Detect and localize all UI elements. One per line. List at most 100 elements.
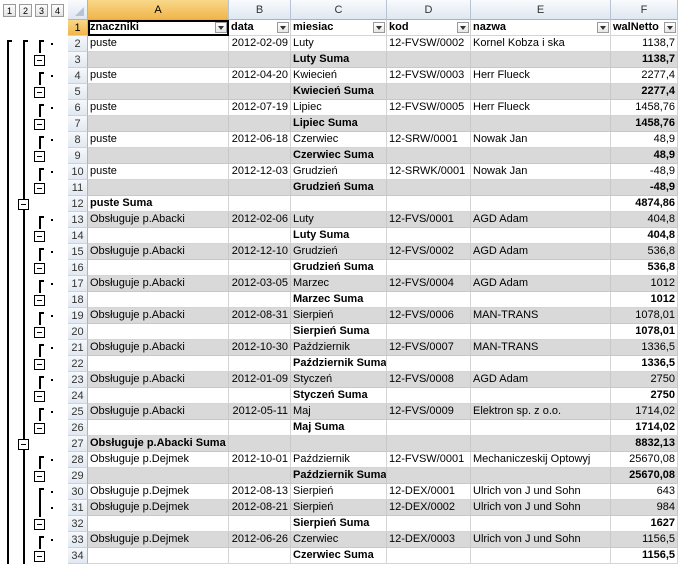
cell-f[interactable]: -48,9 — [611, 180, 678, 196]
cell-c[interactable]: Sierpień Suma — [291, 324, 387, 340]
cell-f[interactable]: 536,8 — [611, 244, 678, 260]
cell-c[interactable]: Czerwiec — [291, 132, 387, 148]
cell-f[interactable]: 1012 — [611, 276, 678, 292]
cell-b[interactable]: 2012-08-13 — [229, 484, 291, 500]
cell-d[interactable]: 12-SRW/0001 — [387, 132, 471, 148]
row-number[interactable]: 6 — [68, 100, 88, 116]
column-header-f[interactable]: F — [611, 0, 678, 20]
cell-f[interactable]: 1458,76 — [611, 116, 678, 132]
cell-c[interactable]: Sierpień — [291, 308, 387, 324]
row-number[interactable]: 34 — [68, 548, 88, 564]
cell-b[interactable] — [229, 356, 291, 372]
cell-d[interactable] — [387, 420, 471, 436]
cell-f[interactable]: 1714,02 — [611, 404, 678, 420]
collapse-group-button[interactable] — [34, 519, 45, 530]
cell-c[interactable] — [291, 196, 387, 212]
cell-a[interactable] — [88, 324, 229, 340]
cell-d[interactable]: 12-FVS/0008 — [387, 372, 471, 388]
cell-b[interactable]: 2012-07-19 — [229, 100, 291, 116]
row-number[interactable]: 22 — [68, 356, 88, 372]
cell-c[interactable]: Październik Suma — [291, 468, 387, 484]
cell-e[interactable] — [471, 196, 611, 212]
row-number[interactable]: 10 — [68, 164, 88, 180]
cell-e[interactable]: AGD Adam — [471, 276, 611, 292]
cell-a[interactable]: puste — [88, 164, 229, 180]
collapse-group-button[interactable] — [18, 199, 29, 210]
cell-e[interactable]: Herr Flueck — [471, 68, 611, 84]
cell-d[interactable] — [387, 180, 471, 196]
cell-e[interactable] — [471, 228, 611, 244]
cell-d[interactable]: 12-FVS/0004 — [387, 276, 471, 292]
cell-f[interactable]: 404,8 — [611, 228, 678, 244]
cell-d[interactable]: 12-FVS/0009 — [387, 404, 471, 420]
row-number[interactable]: 29 — [68, 468, 88, 484]
cell-d[interactable] — [387, 324, 471, 340]
select-all-corner[interactable] — [68, 0, 88, 20]
cell-c[interactable]: Kwiecień — [291, 68, 387, 84]
cell-c[interactable]: Październik Suma — [291, 356, 387, 372]
cell-c[interactable]: Styczeń Suma — [291, 388, 387, 404]
row-number[interactable]: 32 — [68, 516, 88, 532]
cell-a[interactable]: Obsługuje p.Abacki — [88, 372, 229, 388]
cell-f[interactable]: 1078,01 — [611, 308, 678, 324]
cell-d[interactable] — [387, 196, 471, 212]
cell-d[interactable] — [387, 436, 471, 452]
cell-a[interactable] — [88, 548, 229, 564]
cell-c[interactable]: Marzec — [291, 276, 387, 292]
row-number[interactable]: 4 — [68, 68, 88, 84]
cell-c[interactable]: Październik — [291, 340, 387, 356]
row-number[interactable]: 23 — [68, 372, 88, 388]
row-number[interactable]: 21 — [68, 340, 88, 356]
row-number[interactable]: 14 — [68, 228, 88, 244]
outline-level-3-button[interactable]: 3 — [35, 4, 48, 17]
row-number[interactable]: 33 — [68, 532, 88, 548]
collapse-group-button[interactable] — [34, 55, 45, 66]
cell-b[interactable] — [229, 260, 291, 276]
cell-b[interactable]: 2012-01-09 — [229, 372, 291, 388]
cell-f[interactable]: 2750 — [611, 372, 678, 388]
cell-e[interactable]: Kornel Kobza i ska — [471, 36, 611, 52]
row-number[interactable]: 7 — [68, 116, 88, 132]
cell-f[interactable]: 1156,5 — [611, 532, 678, 548]
cell-a[interactable]: Obsługuje p.Abacki — [88, 212, 229, 228]
cell-b[interactable] — [229, 228, 291, 244]
cell-c[interactable]: Maj Suma — [291, 420, 387, 436]
cell-f[interactable]: 1078,01 — [611, 324, 678, 340]
cell-d[interactable]: 12-FVSW/0005 — [387, 100, 471, 116]
collapse-group-button[interactable] — [34, 151, 45, 162]
cell-f[interactable]: 2277,4 — [611, 84, 678, 100]
cell-e[interactable] — [471, 548, 611, 564]
filter-dropdown-button[interactable] — [373, 22, 385, 33]
cell-d[interactable] — [387, 148, 471, 164]
cell-e[interactable] — [471, 52, 611, 68]
cell-a[interactable] — [88, 260, 229, 276]
header-cell-1[interactable]: data — [229, 20, 291, 36]
cell-b[interactable] — [229, 436, 291, 452]
outline-level-1-button[interactable]: 1 — [3, 4, 16, 17]
cell-c[interactable]: Lipiec Suma — [291, 116, 387, 132]
cell-b[interactable]: 2012-05-11 — [229, 404, 291, 420]
cell-b[interactable]: 2012-12-03 — [229, 164, 291, 180]
row-number[interactable]: 17 — [68, 276, 88, 292]
collapse-group-button[interactable] — [34, 231, 45, 242]
cell-f[interactable]: -48,9 — [611, 164, 678, 180]
cell-d[interactable]: 12-SRWK/0001 — [387, 164, 471, 180]
cell-f[interactable]: 2750 — [611, 388, 678, 404]
cell-e[interactable] — [471, 516, 611, 532]
collapse-group-button[interactable] — [34, 119, 45, 130]
header-cell-4[interactable]: nazwa — [471, 20, 611, 36]
column-header-c[interactable]: C — [291, 0, 387, 20]
cell-d[interactable] — [387, 260, 471, 276]
collapse-group-button[interactable] — [34, 263, 45, 274]
cell-b[interactable] — [229, 116, 291, 132]
row-number[interactable]: 18 — [68, 292, 88, 308]
cell-d[interactable] — [387, 516, 471, 532]
cell-a[interactable]: Obsługuje p.Dejmek — [88, 532, 229, 548]
cell-c[interactable]: Kwiecień Suma — [291, 84, 387, 100]
cell-e[interactable] — [471, 116, 611, 132]
cell-f[interactable]: 1012 — [611, 292, 678, 308]
cell-c[interactable]: Październik — [291, 452, 387, 468]
column-header-b[interactable]: B — [229, 0, 291, 20]
cell-e[interactable]: Mechaniczeskij Optowyj — [471, 452, 611, 468]
cell-a[interactable]: Obsługuje p.Abacki — [88, 404, 229, 420]
